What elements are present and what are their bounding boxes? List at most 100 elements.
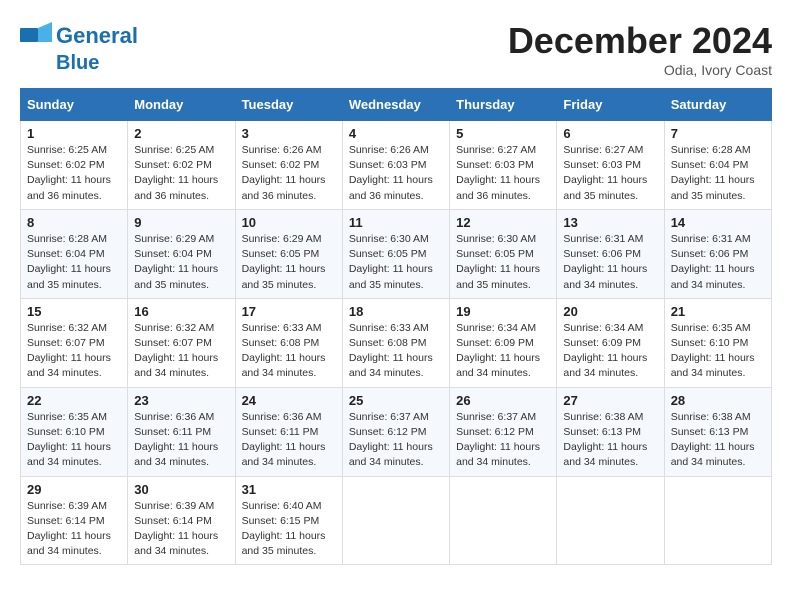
month-title: December 2024 bbox=[508, 20, 772, 62]
day-number: 18 bbox=[349, 304, 443, 319]
col-header-sunday: Sunday bbox=[21, 89, 128, 121]
day-number: 22 bbox=[27, 393, 121, 408]
day-detail: Sunrise: 6:40 AMSunset: 6:15 PMDaylight:… bbox=[242, 499, 336, 560]
calendar-cell: 29 Sunrise: 6:39 AMSunset: 6:14 PMDayligh… bbox=[21, 476, 128, 565]
day-number: 11 bbox=[349, 215, 443, 230]
calendar-cell: 6 Sunrise: 6:27 AMSunset: 6:03 PMDaylight… bbox=[557, 121, 664, 210]
logo-icon bbox=[20, 20, 52, 52]
day-number: 20 bbox=[563, 304, 657, 319]
day-detail: Sunrise: 6:30 AMSunset: 6:05 PMDaylight:… bbox=[456, 232, 550, 293]
day-number: 19 bbox=[456, 304, 550, 319]
calendar-cell: 28 Sunrise: 6:38 AMSunset: 6:13 PMDayligh… bbox=[664, 387, 771, 476]
day-number: 1 bbox=[27, 126, 121, 141]
day-number: 27 bbox=[563, 393, 657, 408]
day-detail: Sunrise: 6:28 AMSunset: 6:04 PMDaylight:… bbox=[671, 143, 765, 204]
day-detail: Sunrise: 6:38 AMSunset: 6:13 PMDaylight:… bbox=[671, 410, 765, 471]
day-detail: Sunrise: 6:39 AMSunset: 6:14 PMDaylight:… bbox=[27, 499, 121, 560]
day-detail: Sunrise: 6:36 AMSunset: 6:11 PMDaylight:… bbox=[134, 410, 228, 471]
col-header-saturday: Saturday bbox=[664, 89, 771, 121]
day-detail: Sunrise: 6:34 AMSunset: 6:09 PMDaylight:… bbox=[456, 321, 550, 382]
day-number: 2 bbox=[134, 126, 228, 141]
day-detail: Sunrise: 6:30 AMSunset: 6:05 PMDaylight:… bbox=[349, 232, 443, 293]
calendar-week-row: 1 Sunrise: 6:25 AMSunset: 6:02 PMDaylight… bbox=[21, 121, 772, 210]
calendar-cell: 3 Sunrise: 6:26 AMSunset: 6:02 PMDaylight… bbox=[235, 121, 342, 210]
calendar-cell bbox=[450, 476, 557, 565]
day-detail: Sunrise: 6:35 AMSunset: 6:10 PMDaylight:… bbox=[671, 321, 765, 382]
day-detail: Sunrise: 6:34 AMSunset: 6:09 PMDaylight:… bbox=[563, 321, 657, 382]
calendar-cell: 24 Sunrise: 6:36 AMSunset: 6:11 PMDayligh… bbox=[235, 387, 342, 476]
col-header-thursday: Thursday bbox=[450, 89, 557, 121]
calendar-cell: 27 Sunrise: 6:38 AMSunset: 6:13 PMDayligh… bbox=[557, 387, 664, 476]
day-detail: Sunrise: 6:31 AMSunset: 6:06 PMDaylight:… bbox=[563, 232, 657, 293]
day-number: 21 bbox=[671, 304, 765, 319]
day-detail: Sunrise: 6:27 AMSunset: 6:03 PMDaylight:… bbox=[563, 143, 657, 204]
day-detail: Sunrise: 6:37 AMSunset: 6:12 PMDaylight:… bbox=[349, 410, 443, 471]
calendar-cell: 2 Sunrise: 6:25 AMSunset: 6:02 PMDaylight… bbox=[128, 121, 235, 210]
calendar-cell: 12 Sunrise: 6:30 AMSunset: 6:05 PMDayligh… bbox=[450, 209, 557, 298]
day-detail: Sunrise: 6:26 AMSunset: 6:02 PMDaylight:… bbox=[242, 143, 336, 204]
col-header-tuesday: Tuesday bbox=[235, 89, 342, 121]
day-number: 12 bbox=[456, 215, 550, 230]
calendar-cell: 14Sunrise: 6:31 AMSunset: 6:06 PMDayligh… bbox=[664, 209, 771, 298]
day-number: 25 bbox=[349, 393, 443, 408]
day-number: 16 bbox=[134, 304, 228, 319]
day-detail: Sunrise: 6:33 AMSunset: 6:08 PMDaylight:… bbox=[349, 321, 443, 382]
calendar-cell bbox=[664, 476, 771, 565]
col-header-friday: Friday bbox=[557, 89, 664, 121]
calendar-cell: 9Sunrise: 6:29 AMSunset: 6:04 PMDaylight… bbox=[128, 209, 235, 298]
calendar-week-row: 22Sunrise: 6:35 AMSunset: 6:10 PMDayligh… bbox=[21, 387, 772, 476]
calendar-cell: 26 Sunrise: 6:37 AMSunset: 6:12 PMDayligh… bbox=[450, 387, 557, 476]
day-number: 15 bbox=[27, 304, 121, 319]
day-number: 26 bbox=[456, 393, 550, 408]
calendar-cell: 31 Sunrise: 6:40 AMSunset: 6:15 PMDayligh… bbox=[235, 476, 342, 565]
day-number: 9 bbox=[134, 215, 228, 230]
day-detail: Sunrise: 6:38 AMSunset: 6:13 PMDaylight:… bbox=[563, 410, 657, 471]
calendar-cell: 17Sunrise: 6:33 AMSunset: 6:08 PMDayligh… bbox=[235, 298, 342, 387]
calendar-cell: 21 Sunrise: 6:35 AMSunset: 6:10 PMDayligh… bbox=[664, 298, 771, 387]
day-number: 3 bbox=[242, 126, 336, 141]
calendar-cell: 10Sunrise: 6:29 AMSunset: 6:05 PMDayligh… bbox=[235, 209, 342, 298]
day-number: 8 bbox=[27, 215, 121, 230]
calendar-cell: 15 Sunrise: 6:32 AMSunset: 6:07 PMDayligh… bbox=[21, 298, 128, 387]
calendar-cell: 18 Sunrise: 6:33 AMSunset: 6:08 PMDayligh… bbox=[342, 298, 449, 387]
logo: General Blue bbox=[20, 20, 138, 74]
calendar-cell: 19 Sunrise: 6:34 AMSunset: 6:09 PMDayligh… bbox=[450, 298, 557, 387]
day-number: 28 bbox=[671, 393, 765, 408]
col-header-wednesday: Wednesday bbox=[342, 89, 449, 121]
calendar-cell: 22Sunrise: 6:35 AMSunset: 6:10 PMDayligh… bbox=[21, 387, 128, 476]
day-number: 6 bbox=[563, 126, 657, 141]
calendar-cell bbox=[342, 476, 449, 565]
calendar-cell: 25 Sunrise: 6:37 AMSunset: 6:12 PMDayligh… bbox=[342, 387, 449, 476]
calendar-week-row: 15 Sunrise: 6:32 AMSunset: 6:07 PMDayligh… bbox=[21, 298, 772, 387]
calendar-week-row: 8Sunrise: 6:28 AMSunset: 6:04 PMDaylight… bbox=[21, 209, 772, 298]
calendar-table: SundayMondayTuesdayWednesdayThursdayFrid… bbox=[20, 88, 772, 565]
day-detail: Sunrise: 6:27 AMSunset: 6:03 PMDaylight:… bbox=[456, 143, 550, 204]
calendar-week-row: 29 Sunrise: 6:39 AMSunset: 6:14 PMDayligh… bbox=[21, 476, 772, 565]
col-header-monday: Monday bbox=[128, 89, 235, 121]
day-number: 24 bbox=[242, 393, 336, 408]
day-number: 30 bbox=[134, 482, 228, 497]
calendar-cell: 5Sunrise: 6:27 AMSunset: 6:03 PMDaylight… bbox=[450, 121, 557, 210]
day-detail: Sunrise: 6:25 AMSunset: 6:02 PMDaylight:… bbox=[134, 143, 228, 204]
day-number: 4 bbox=[349, 126, 443, 141]
calendar-cell: 30Sunrise: 6:39 AMSunset: 6:14 PMDayligh… bbox=[128, 476, 235, 565]
calendar-cell: 7Sunrise: 6:28 AMSunset: 6:04 PMDaylight… bbox=[664, 121, 771, 210]
page-header: General Blue December 2024 Odia, Ivory C… bbox=[20, 20, 772, 78]
day-number: 17 bbox=[242, 304, 336, 319]
calendar-header-row: SundayMondayTuesdayWednesdayThursdayFrid… bbox=[21, 89, 772, 121]
calendar-cell: 20 Sunrise: 6:34 AMSunset: 6:09 PMDayligh… bbox=[557, 298, 664, 387]
title-area: December 2024 Odia, Ivory Coast bbox=[508, 20, 772, 78]
day-detail: Sunrise: 6:29 AMSunset: 6:05 PMDaylight:… bbox=[242, 232, 336, 293]
day-number: 14 bbox=[671, 215, 765, 230]
day-detail: Sunrise: 6:37 AMSunset: 6:12 PMDaylight:… bbox=[456, 410, 550, 471]
day-detail: Sunrise: 6:32 AMSunset: 6:07 PMDaylight:… bbox=[27, 321, 121, 382]
calendar-cell: 1 Sunrise: 6:25 AMSunset: 6:02 PMDaylight… bbox=[21, 121, 128, 210]
calendar-cell: 11 Sunrise: 6:30 AMSunset: 6:05 PMDayligh… bbox=[342, 209, 449, 298]
day-detail: Sunrise: 6:26 AMSunset: 6:03 PMDaylight:… bbox=[349, 143, 443, 204]
location: Odia, Ivory Coast bbox=[508, 62, 772, 78]
day-number: 29 bbox=[27, 482, 121, 497]
day-number: 31 bbox=[242, 482, 336, 497]
day-detail: Sunrise: 6:25 AMSunset: 6:02 PMDaylight:… bbox=[27, 143, 121, 204]
calendar-cell: 13Sunrise: 6:31 AMSunset: 6:06 PMDayligh… bbox=[557, 209, 664, 298]
day-detail: Sunrise: 6:36 AMSunset: 6:11 PMDaylight:… bbox=[242, 410, 336, 471]
